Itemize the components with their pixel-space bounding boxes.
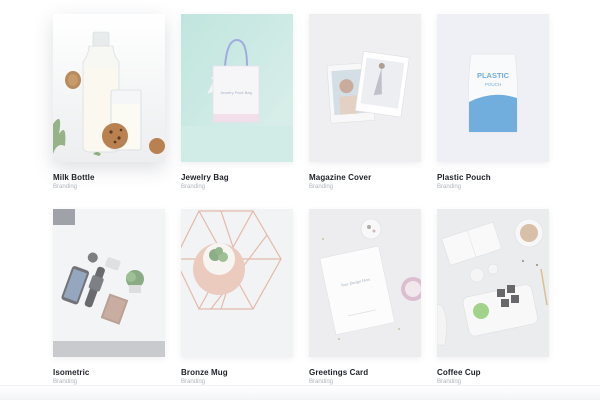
bag-label-text: Jewelry Pack Bag — [220, 90, 252, 95]
portfolio-card-magazine-cover[interactable]: Magazine Cover Branding — [309, 14, 421, 190]
card-title[interactable]: Greetings Card — [309, 368, 421, 377]
card-category: Branding — [181, 184, 206, 190]
coffee-cup-image[interactable] — [437, 209, 549, 357]
pouch-text-line2: POUCH — [485, 82, 501, 87]
milk-bottle-image[interactable] — [53, 14, 165, 162]
card-title[interactable]: Jewelry Bag — [181, 173, 293, 182]
card-title[interactable]: Milk Bottle — [53, 173, 165, 182]
portfolio-card-greetings-card[interactable]: Your Design Here Greetings Card Branding — [309, 209, 421, 385]
greetings-card-image[interactable]: Your Design Here — [309, 209, 421, 357]
jewelry-bag-image[interactable]: Jewelry Pack Bag — [181, 14, 293, 162]
card-title[interactable]: Magazine Cover — [309, 173, 421, 182]
card-title[interactable]: Isometric — [53, 368, 165, 377]
pouch-text-line1: PLASTIC — [477, 71, 510, 80]
portfolio-card-milk-bottle[interactable]: Milk Bottle Branding — [53, 14, 165, 190]
card-title[interactable]: Plastic Pouch — [437, 173, 549, 182]
portfolio-card-bronze-mug[interactable]: Bronze Mug Branding — [181, 209, 293, 385]
card-category: Branding — [309, 184, 334, 190]
card-category: Branding — [437, 184, 462, 190]
card-title[interactable]: Coffee Cup — [437, 368, 549, 377]
portfolio-card-jewelry-bag[interactable]: Jewelry Pack Bag Jewelry Bag Branding — [181, 14, 293, 190]
portfolio-card-plastic-pouch[interactable]: PLASTIC POUCH Plastic Pouch Branding — [437, 14, 549, 190]
page-bottom-edge — [0, 385, 600, 400]
card-title[interactable]: Bronze Mug — [181, 368, 293, 377]
plastic-pouch-image[interactable]: PLASTIC POUCH — [437, 14, 549, 162]
portfolio-card-isometric[interactable]: Isometric Branding — [53, 209, 165, 385]
magazine-cover-image[interactable] — [309, 14, 421, 162]
card-category: Branding — [53, 184, 78, 190]
portfolio-card-coffee-cup[interactable]: Coffee Cup Branding — [437, 209, 549, 385]
isometric-image[interactable] — [53, 209, 165, 357]
bronze-mug-image[interactable] — [181, 209, 293, 357]
